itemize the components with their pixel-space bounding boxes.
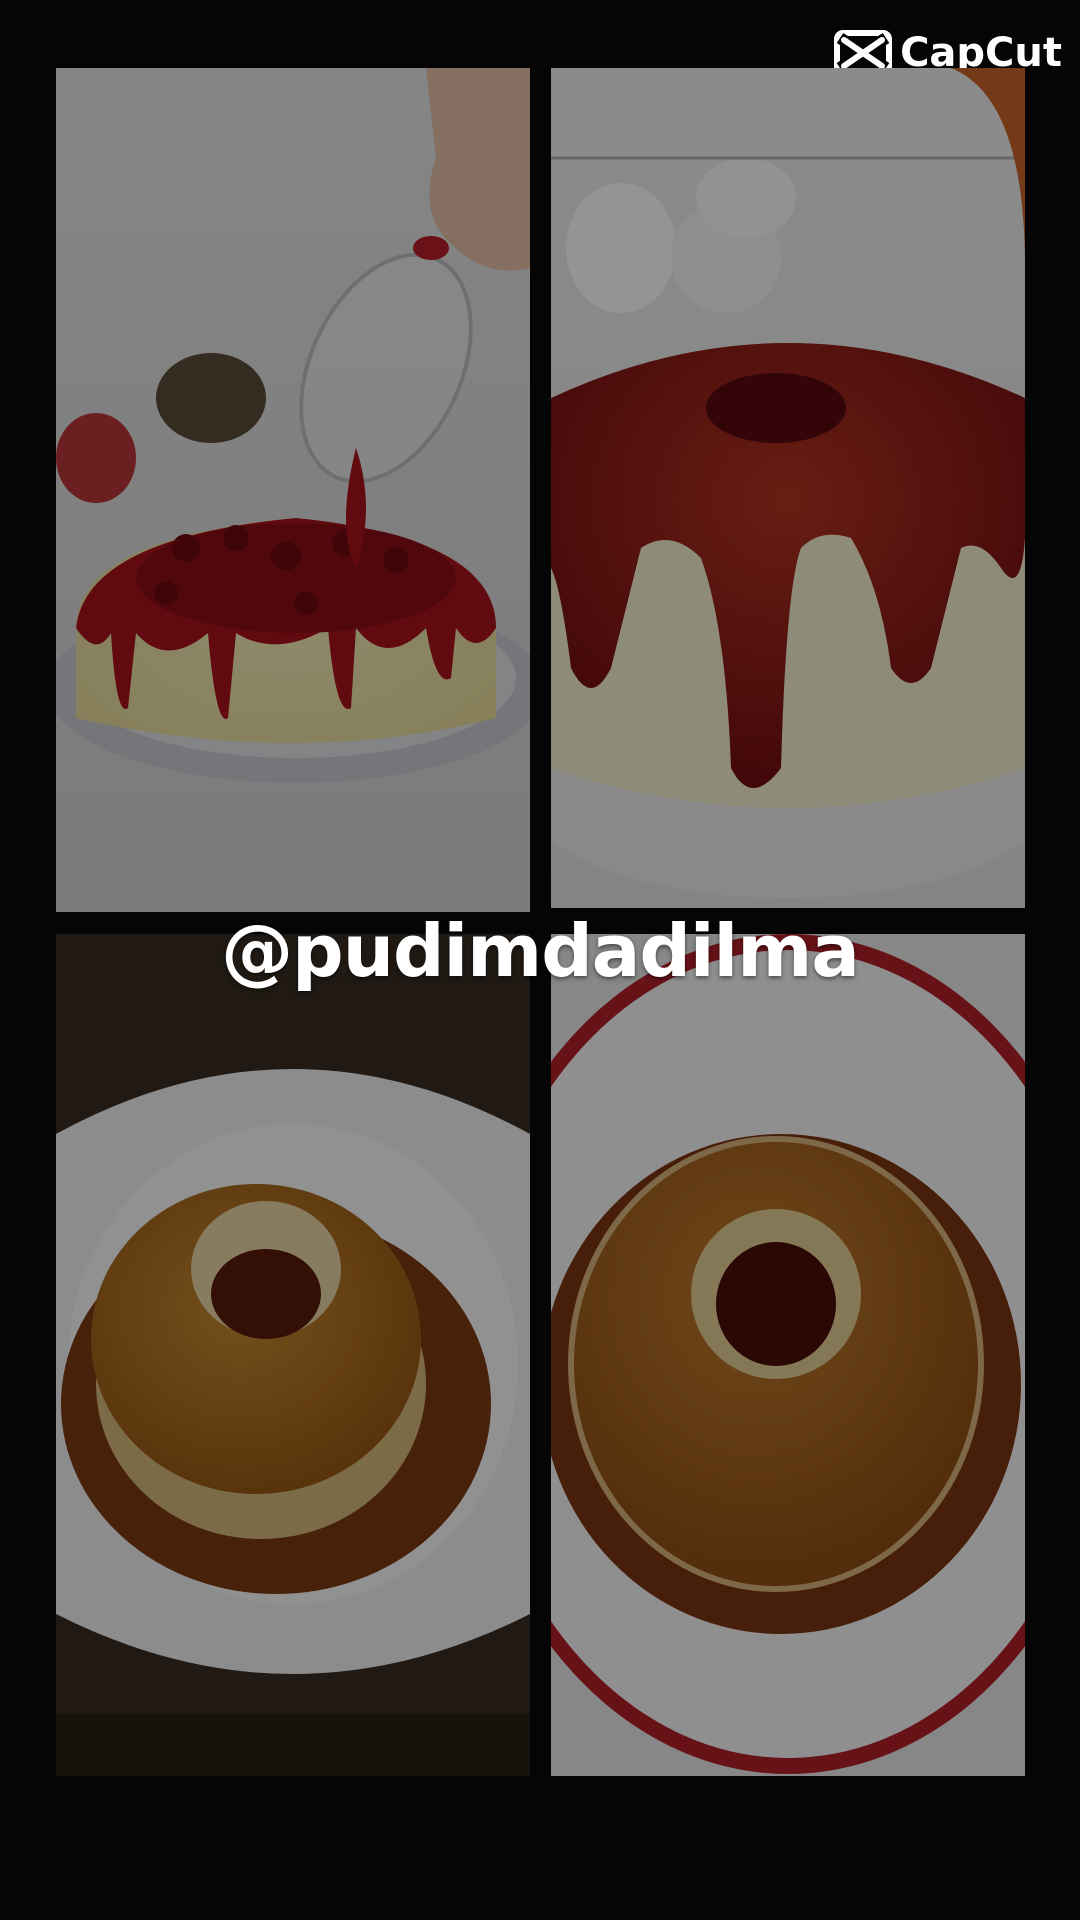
brand-name: CapCut: [900, 30, 1062, 76]
pudding-with-red-glaze-image: [551, 68, 1025, 908]
caramel-pudding-on-plate-image: [56, 934, 530, 1776]
video-frame: CapCut @pudimdadilma: [0, 0, 1080, 1920]
creator-handle: @pudimdadilma: [221, 909, 860, 993]
pudding-with-berry-sauce-pour-image: [56, 68, 530, 912]
caramel-pudding-top-view-image: [551, 934, 1025, 1776]
